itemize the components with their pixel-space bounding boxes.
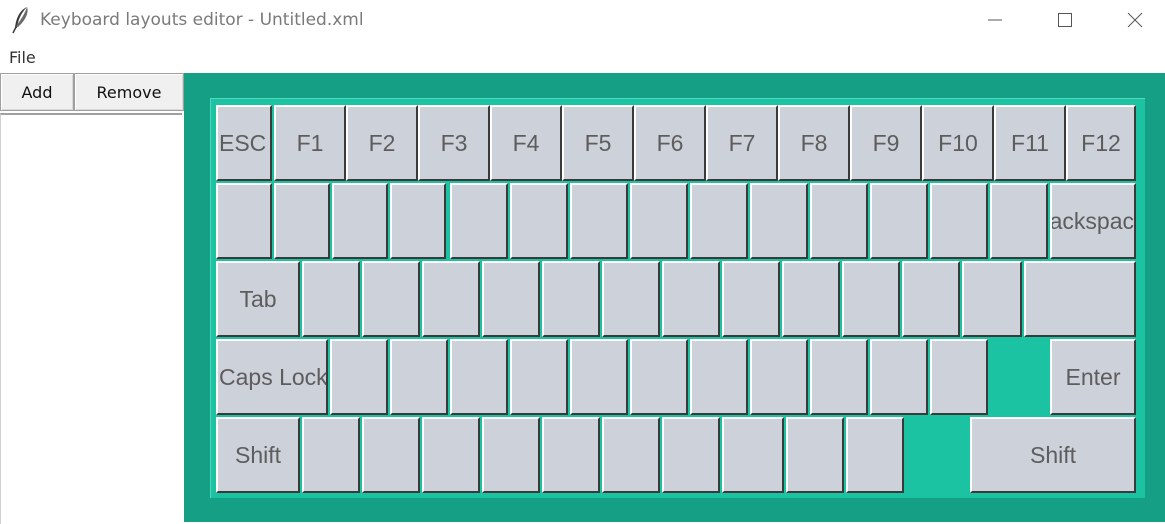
key-r2-1[interactable] bbox=[302, 261, 360, 337]
close-icon bbox=[1127, 12, 1143, 28]
key-r2-13[interactable] bbox=[1024, 261, 1136, 337]
key-r4-3[interactable] bbox=[422, 417, 480, 493]
key-r1-7[interactable] bbox=[630, 183, 688, 259]
layout-listbox[interactable] bbox=[0, 113, 182, 524]
key-r2-6[interactable] bbox=[602, 261, 660, 337]
key-r0-0[interactable]: ESC bbox=[216, 105, 272, 181]
key-r1-9[interactable] bbox=[750, 183, 808, 259]
key-r4-6[interactable] bbox=[602, 417, 660, 493]
key-r1-12[interactable] bbox=[930, 183, 988, 259]
key-r4-1[interactable] bbox=[302, 417, 360, 493]
key-r4-0[interactable]: Shift bbox=[216, 417, 300, 493]
key-r3-4[interactable] bbox=[510, 339, 568, 415]
minimize-button[interactable] bbox=[960, 0, 1030, 40]
key-r1-13[interactable] bbox=[990, 183, 1048, 259]
key-r3-5[interactable] bbox=[570, 339, 628, 415]
key-r0-6[interactable]: F6 bbox=[634, 105, 706, 181]
key-r3-3[interactable] bbox=[450, 339, 508, 415]
key-r3-10[interactable] bbox=[870, 339, 928, 415]
key-r3-1[interactable] bbox=[330, 339, 388, 415]
key-r4-11[interactable]: Shift bbox=[970, 417, 1136, 493]
key-r4-10[interactable] bbox=[846, 417, 904, 493]
key-r0-2[interactable]: F2 bbox=[346, 105, 418, 181]
key-r2-5[interactable] bbox=[542, 261, 600, 337]
key-r1-2[interactable] bbox=[332, 183, 388, 259]
key-r3-6[interactable] bbox=[630, 339, 688, 415]
minimize-icon bbox=[988, 19, 1002, 21]
key-r2-2[interactable] bbox=[362, 261, 420, 337]
key-r4-8[interactable] bbox=[722, 417, 784, 493]
key-r4-9[interactable] bbox=[786, 417, 844, 493]
key-r1-14[interactable]: ackspac bbox=[1050, 183, 1136, 259]
key-r0-3[interactable]: F3 bbox=[418, 105, 490, 181]
key-r2-0[interactable]: Tab bbox=[216, 261, 300, 337]
key-r2-12[interactable] bbox=[962, 261, 1022, 337]
key-r0-1[interactable]: F1 bbox=[274, 105, 346, 181]
maximize-icon bbox=[1058, 13, 1072, 27]
key-r2-10[interactable] bbox=[842, 261, 900, 337]
key-r4-4[interactable] bbox=[482, 417, 540, 493]
key-r4-7[interactable] bbox=[662, 417, 720, 493]
key-r1-0[interactable] bbox=[216, 183, 272, 259]
key-r0-7[interactable]: F7 bbox=[706, 105, 778, 181]
key-r1-11[interactable] bbox=[870, 183, 928, 259]
key-r0-8[interactable]: F8 bbox=[778, 105, 850, 181]
layout-panel: Add Remove bbox=[0, 73, 184, 524]
key-r4-5[interactable] bbox=[542, 417, 600, 493]
key-r3-7[interactable] bbox=[690, 339, 748, 415]
key-r3-2[interactable] bbox=[390, 339, 448, 415]
window-title: Keyboard layouts editor - Untitled.xml bbox=[40, 10, 364, 30]
key-r1-3[interactable] bbox=[390, 183, 446, 259]
key-r2-8[interactable] bbox=[722, 261, 780, 337]
key-r3-0[interactable]: Caps Lock bbox=[216, 339, 328, 415]
feather-icon bbox=[12, 7, 28, 34]
close-button[interactable] bbox=[1100, 0, 1165, 40]
maximize-button[interactable] bbox=[1030, 0, 1100, 40]
key-r2-11[interactable] bbox=[902, 261, 960, 337]
key-r0-9[interactable]: F9 bbox=[850, 105, 922, 181]
key-r3-8[interactable] bbox=[750, 339, 808, 415]
key-r1-5[interactable] bbox=[510, 183, 568, 259]
key-r0-10[interactable]: F10 bbox=[922, 105, 994, 181]
key-r3-9[interactable] bbox=[810, 339, 868, 415]
menu-file[interactable]: File bbox=[9, 48, 36, 67]
key-r2-3[interactable] bbox=[422, 261, 480, 337]
key-r0-5[interactable]: F5 bbox=[562, 105, 634, 181]
key-r3-12[interactable]: Enter bbox=[1050, 339, 1136, 415]
key-r3-11[interactable] bbox=[930, 339, 988, 415]
add-button[interactable]: Add bbox=[0, 73, 74, 111]
key-r0-4[interactable]: F4 bbox=[490, 105, 562, 181]
key-r0-12[interactable]: F12 bbox=[1066, 105, 1136, 181]
key-r4-2[interactable] bbox=[362, 417, 420, 493]
key-r2-9[interactable] bbox=[782, 261, 840, 337]
key-r1-8[interactable] bbox=[690, 183, 748, 259]
key-r2-4[interactable] bbox=[482, 261, 540, 337]
remove-button[interactable]: Remove bbox=[74, 73, 184, 111]
title-bar: Keyboard layouts editor - Untitled.xml bbox=[0, 0, 1165, 42]
key-r1-10[interactable] bbox=[810, 183, 868, 259]
key-r1-4[interactable] bbox=[450, 183, 508, 259]
menu-bar: File bbox=[0, 44, 1165, 72]
key-r0-11[interactable]: F11 bbox=[994, 105, 1066, 181]
key-r1-6[interactable] bbox=[570, 183, 628, 259]
key-r1-1[interactable] bbox=[274, 183, 330, 259]
key-r2-7[interactable] bbox=[662, 261, 720, 337]
